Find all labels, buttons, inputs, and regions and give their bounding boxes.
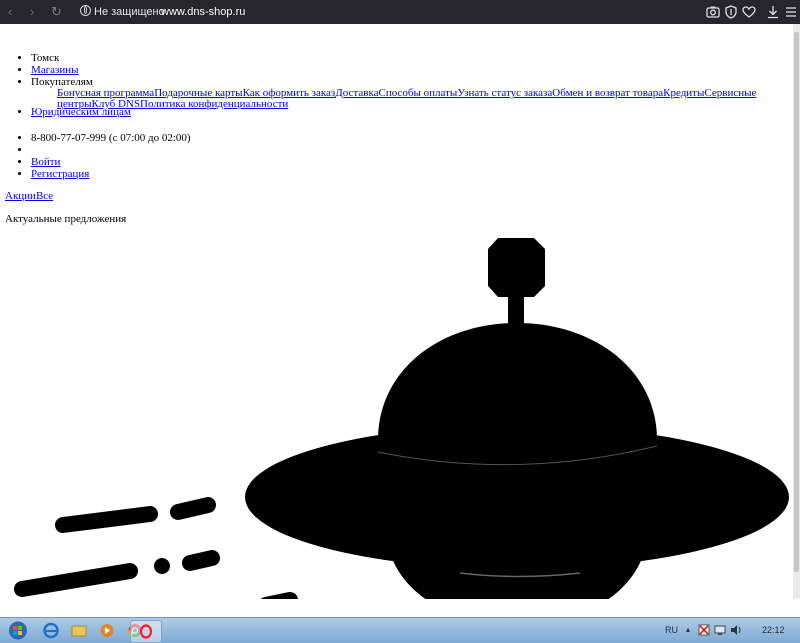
heart-icon[interactable] — [741, 4, 757, 20]
language-indicator[interactable]: RU — [665, 625, 678, 635]
tray-expand-icon[interactable]: ▴ — [686, 625, 690, 634]
security-status[interactable]: Не защищено — [94, 5, 165, 19]
reload-icon[interactable]: ↻ — [51, 4, 62, 19]
ufo-illustration — [14, 238, 789, 599]
globe-icon — [80, 5, 91, 16]
taskbar: RU ▴ 22:12 — [0, 617, 800, 643]
vertical-scrollbar[interactable] — [793, 24, 800, 599]
ufo-dome — [378, 323, 657, 440]
flag-icon[interactable] — [698, 624, 710, 636]
shield-icon[interactable] — [723, 4, 739, 20]
menu-icon[interactable] — [783, 4, 799, 20]
page-content: Томск Магазины Покупателям Бонусная прог… — [0, 24, 793, 599]
ufo-antenna-stem — [508, 294, 524, 326]
browser-toolbar: ‹ › ↻ Не защищено www.dns-shop.ru — [0, 0, 800, 24]
network-icon[interactable] — [714, 624, 726, 636]
ufo-antenna-tip — [488, 238, 545, 297]
clock[interactable]: 22:12 — [762, 625, 785, 635]
back-icon[interactable]: ‹ — [8, 4, 12, 19]
start-icon[interactable] — [2, 620, 34, 641]
address-bar[interactable]: www.dns-shop.ru — [161, 5, 245, 19]
download-icon[interactable] — [765, 4, 781, 20]
forward-icon[interactable]: › — [30, 4, 34, 19]
opera-icon[interactable] — [130, 620, 162, 643]
volume-icon[interactable] — [730, 624, 742, 636]
camera-icon[interactable] — [705, 4, 721, 20]
scrollbar-thumb[interactable] — [794, 32, 799, 572]
speed-lines — [14, 497, 298, 599]
explorer-icon[interactable] — [66, 620, 92, 641]
media-player-icon[interactable] — [94, 620, 120, 641]
ie-icon[interactable] — [38, 620, 64, 641]
ufo-bottom — [387, 540, 647, 599]
